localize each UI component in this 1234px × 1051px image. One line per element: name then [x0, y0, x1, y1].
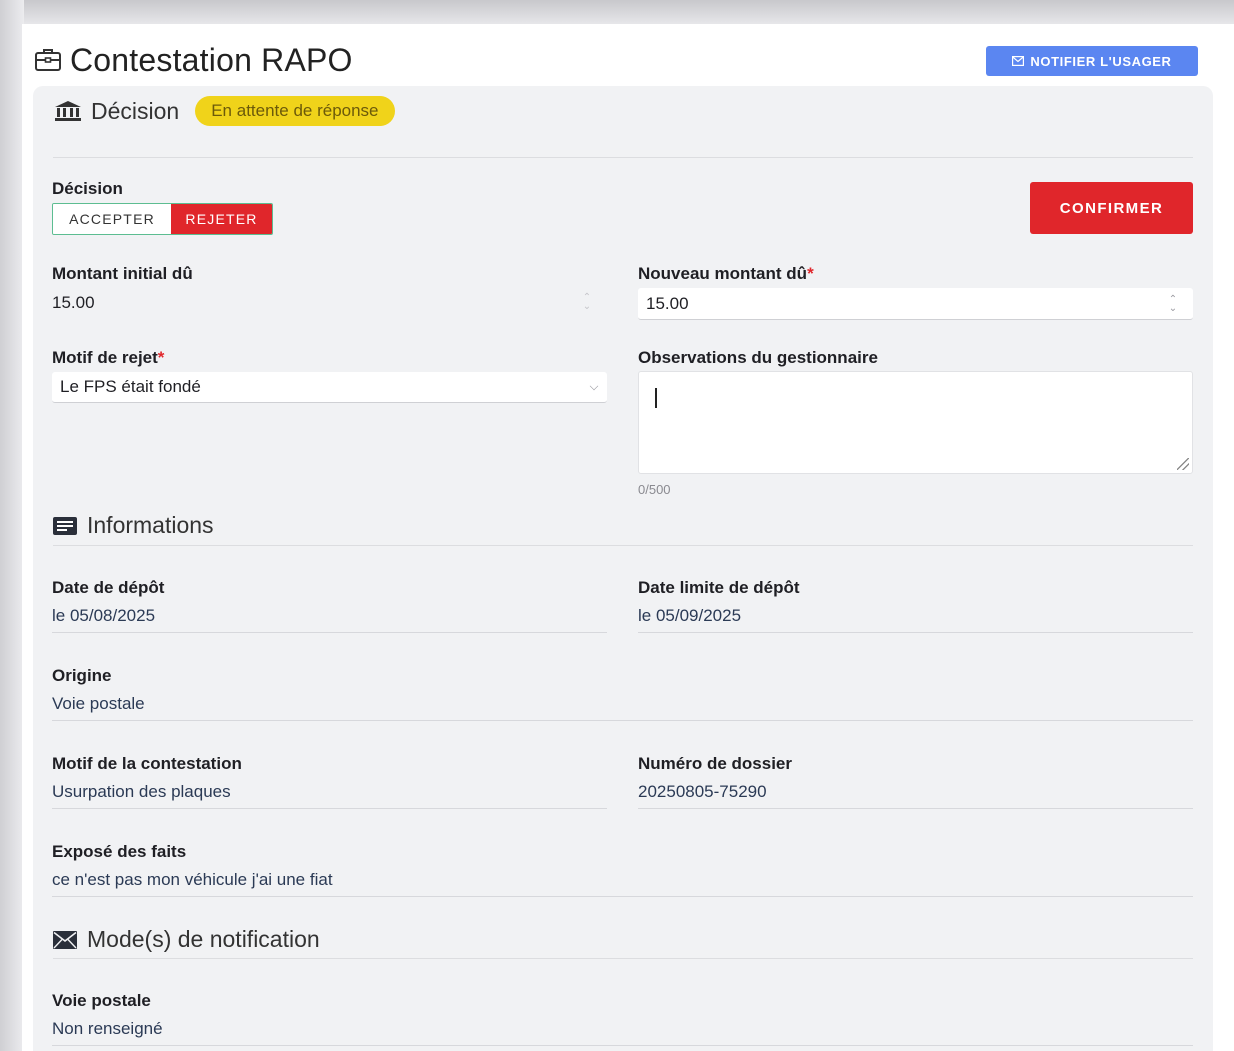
contest-reason-underline — [52, 808, 607, 809]
chevron-down-icon — [589, 381, 599, 391]
envelope-icon — [53, 930, 77, 949]
info-section-title: Informations — [87, 512, 214, 538]
reject-reason-label-text: Motif de rejet — [52, 348, 158, 367]
window-shadow-top — [0, 0, 1234, 26]
bank-icon — [55, 101, 81, 121]
origin-value: Voie postale — [52, 694, 145, 713]
initial-amount-value: 15.00 — [52, 293, 95, 312]
confirm-button[interactable]: CONFIRMER — [1030, 182, 1193, 234]
deposit-date-underline — [52, 632, 607, 633]
observations-textarea[interactable] — [638, 371, 1193, 474]
facts-underline — [52, 896, 1193, 897]
notify-user-label: NOTIFIER L'USAGER — [1030, 53, 1172, 69]
new-amount-label: Nouveau montant dû* — [638, 264, 814, 284]
new-amount-input[interactable]: 15.00 — [638, 288, 1193, 320]
status-badge: En attente de réponse — [195, 96, 395, 126]
facts-value: ce n'est pas mon véhicule j'ai une fiat — [52, 870, 333, 889]
notification-section-title: Mode(s) de notification — [87, 926, 320, 952]
page-header: Contestation RAPO NOTIFIER L'USAGER — [22, 24, 1234, 86]
text-caret — [655, 388, 657, 408]
decision-label: Décision — [52, 179, 123, 198]
reject-reason-label: Motif de rejet* — [52, 348, 164, 368]
deposit-date-label: Date de dépôt — [52, 578, 165, 597]
initial-amount-label: Montant initial dû — [52, 264, 193, 283]
decision-divider — [53, 157, 1193, 158]
facts-label: Exposé des faits — [52, 842, 187, 861]
deadline-value: le 05/09/2025 — [638, 606, 742, 625]
new-amount-label-text: Nouveau montant dû — [638, 264, 808, 283]
briefcase-icon — [35, 49, 61, 71]
observations-label: Observations du gestionnaire — [638, 348, 878, 367]
deposit-date-value: le 05/08/2025 — [52, 606, 156, 625]
file-number-value: 20250805-75290 — [638, 782, 767, 801]
contest-reason-label: Motif de la contestation — [52, 754, 242, 773]
reject-reason-value: Le FPS était fondé — [60, 377, 201, 396]
accept-option[interactable]: ACCEPTER — [53, 204, 171, 234]
deadline-underline — [638, 632, 1193, 633]
decision-toggle: ACCEPTER REJETER — [52, 203, 273, 235]
new-amount-value: 15.00 — [646, 293, 689, 313]
contestation-card: Décision En attente de réponse Décision … — [33, 86, 1213, 1051]
deadline-label: Date limite de dépôt — [638, 578, 800, 597]
file-number-label: Numéro de dossier — [638, 754, 792, 773]
document-icon — [53, 516, 77, 535]
info-section-header: Informations — [53, 512, 214, 539]
resize-handle-icon[interactable] — [1177, 458, 1189, 470]
initial-amount-stepper-icon: ⌃ ⌄ — [582, 292, 592, 312]
required-mark: * — [157, 348, 165, 367]
observations-counter: 0/500 — [638, 482, 671, 497]
reject-option[interactable]: REJETER — [171, 204, 272, 234]
notify-user-button[interactable]: NOTIFIER L'USAGER — [986, 46, 1198, 76]
postal-underline — [52, 1045, 1193, 1046]
contest-reason-value: Usurpation des plaques — [52, 782, 231, 801]
page-title: Contestation RAPO — [70, 42, 353, 78]
notification-section-header: Mode(s) de notification — [53, 926, 320, 953]
reject-reason-select[interactable]: Le FPS était fondé — [52, 372, 607, 403]
window-shadow-left — [0, 0, 24, 1051]
contestation-window: Contestation RAPO NOTIFIER L'USAGER Déci… — [22, 24, 1234, 1051]
mail-icon — [1012, 56, 1025, 66]
decision-section-title: Décision — [91, 97, 180, 124]
origin-underline — [52, 720, 1193, 721]
new-amount-stepper-icon[interactable]: ⌃ ⌄ — [1166, 294, 1180, 314]
file-number-underline — [638, 808, 1193, 809]
required-mark: * — [807, 264, 814, 283]
decision-section-header: Décision En attente de réponse — [53, 96, 395, 126]
notification-divider — [53, 958, 1193, 959]
postal-label: Voie postale — [52, 991, 151, 1010]
info-divider — [53, 545, 1193, 546]
origin-label: Origine — [52, 666, 112, 685]
postal-value: Non renseigné — [52, 1019, 163, 1038]
